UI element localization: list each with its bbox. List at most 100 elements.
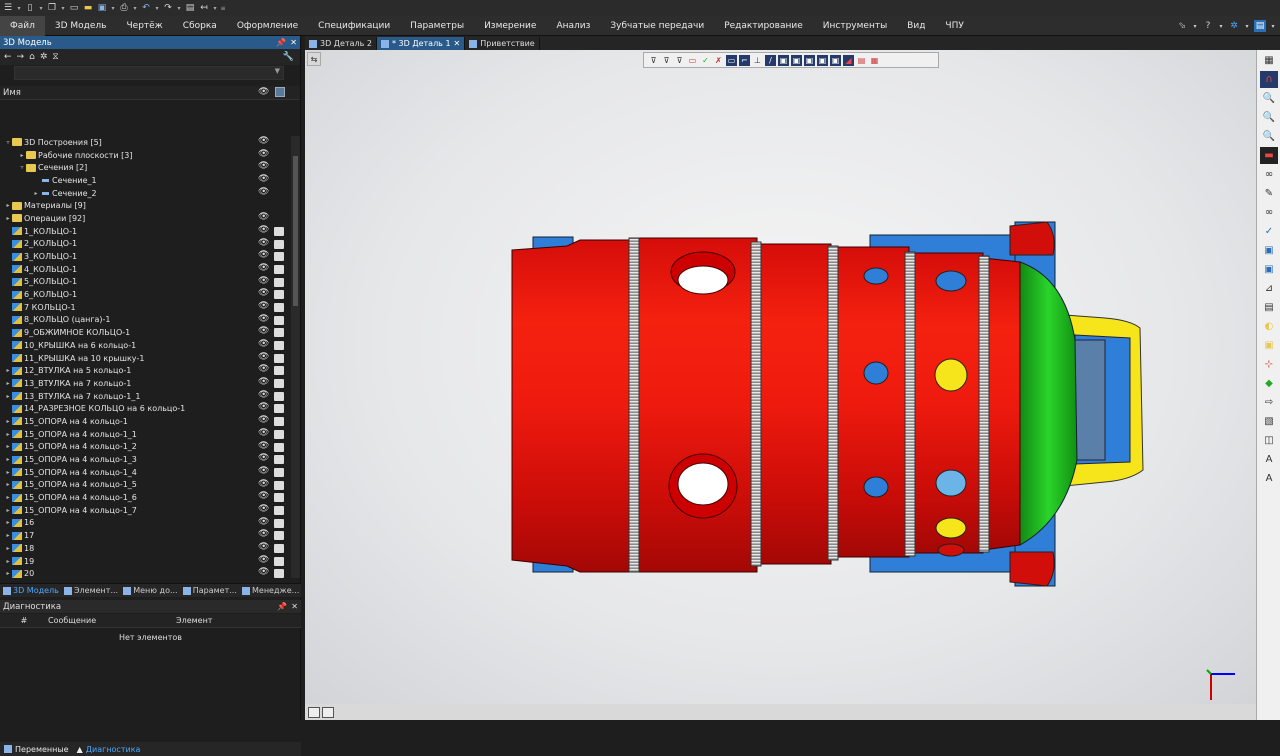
expand-arrow-icon[interactable]: ▸ <box>4 202 12 209</box>
3d-model-render[interactable] <box>305 50 1256 704</box>
layout-icon[interactable]: ▤ <box>1254 20 1266 32</box>
undo-icon[interactable]: ↶ <box>140 3 152 14</box>
cube-icon[interactable] <box>274 442 284 452</box>
expand-arrow-icon[interactable]: ▸ <box>18 152 26 159</box>
tab-parameters[interactable]: Парамет... <box>180 586 239 595</box>
tree-row[interactable]: ▸ 13_ВТУЛКА на 7 кольцо-1_1 👁 <box>0 390 290 403</box>
dropdown-icon[interactable]: ▾ <box>154 3 160 14</box>
pin-icon[interactable]: ⬂ <box>1176 20 1188 32</box>
eye-icon[interactable]: 👁 <box>258 517 269 527</box>
tree-row[interactable]: 2_КОЛЬЦО-1 👁 <box>0 238 290 251</box>
col-hash[interactable]: # <box>0 616 48 625</box>
eye-icon[interactable]: 👁 <box>258 149 269 159</box>
menu-specifications[interactable]: Спецификации <box>308 16 400 36</box>
tab-menu[interactable]: Меню до... <box>120 586 180 595</box>
cube-icon[interactable] <box>274 328 284 338</box>
menu-drawing[interactable]: Чертёж <box>116 16 172 36</box>
cube-icon[interactable] <box>275 87 285 97</box>
eye-icon[interactable]: 👁 <box>258 174 269 184</box>
cube-icon[interactable] <box>274 569 284 578</box>
pin-icon[interactable]: 📌 <box>276 38 286 47</box>
menu-editing[interactable]: Редактирование <box>714 16 813 36</box>
cube-check-icon[interactable]: ▣ <box>1260 242 1278 259</box>
expand-arrow-icon[interactable]: ▸ <box>4 570 12 577</box>
glasses-icon[interactable]: ∞ <box>1260 166 1278 183</box>
zoom-out-icon[interactable]: 🔍 <box>1260 128 1278 145</box>
customize-icon[interactable]: ≡ <box>220 3 226 14</box>
menu-file[interactable]: Файл <box>0 15 45 36</box>
eye-icon[interactable]: 👁 <box>258 314 269 324</box>
tree-row[interactable]: 3_КОЛЬЦО-1 👁 <box>0 250 290 263</box>
split-view-icon[interactable] <box>308 706 320 718</box>
expand-arrow-icon[interactable]: ▸ <box>4 545 12 552</box>
tree-row[interactable]: ▸ 15_ОПОРА на 4 кольцо-1_7 👁 <box>0 504 290 517</box>
menu-assembly[interactable]: Сборка <box>173 16 227 36</box>
eye-icon[interactable]: 👁 <box>258 352 269 362</box>
tree-row[interactable]: ▸ 15_ОПОРА на 4 кольцо-1_6 👁 <box>0 491 290 504</box>
close-icon[interactable]: ✕ <box>290 38 297 47</box>
expand-arrow-icon[interactable]: ▸ <box>4 481 12 488</box>
tab-3d-model[interactable]: 3D Модель <box>0 586 61 595</box>
eye-icon[interactable]: 👁 <box>258 225 269 235</box>
cube-icon[interactable] <box>274 531 284 541</box>
tree-row[interactable]: ▿ 3D Построения [5] 👁 <box>0 136 290 149</box>
dropdown-icon[interactable]: ▾ <box>38 3 44 14</box>
tree-row[interactable]: ▸ 17 👁 <box>0 529 290 542</box>
cube-blue-icon[interactable]: ▣ <box>1260 261 1278 278</box>
dropdown-icon[interactable]: ▾ <box>132 3 138 14</box>
cube-icon[interactable] <box>274 556 284 566</box>
plane-icon[interactable]: ⊿ <box>1260 280 1278 297</box>
forward-icon[interactable]: → <box>17 52 25 62</box>
expand-arrow-icon[interactable]: ▿ <box>18 164 26 171</box>
3d-viewport[interactable]: ⇆ ⊽ ⊽ ⊽ ▭ ✓ ✗ ▭ ⌐ ⊥ / ▣ ▣ ▣ ▣ ▣ ◢ ▤ ▦ <box>305 50 1256 704</box>
expand-arrow-icon[interactable]: ▿ <box>4 139 12 146</box>
menu-tools[interactable]: Инструменты <box>813 16 897 36</box>
eye-icon[interactable]: 👁 <box>258 288 269 298</box>
home-icon[interactable]: ⌂ <box>29 52 35 62</box>
zoom-area-icon[interactable]: 🔍 <box>1260 109 1278 126</box>
cube-icon[interactable] <box>274 290 284 300</box>
dropdown-icon[interactable]: ▾ <box>176 3 182 14</box>
menu-parameters[interactable]: Параметры <box>400 16 474 36</box>
tab-variables[interactable]: Переменные <box>4 745 69 754</box>
eye-icon[interactable]: 👁 <box>258 542 269 552</box>
eye-icon[interactable]: 👁 <box>258 136 269 146</box>
menu-annotation[interactable]: Оформление <box>227 16 308 36</box>
tab-detail-2[interactable]: 3D Деталь 2 <box>305 37 377 50</box>
eye-icon[interactable]: 👁 <box>258 390 269 400</box>
cube-icon[interactable] <box>274 315 284 325</box>
dropdown-icon[interactable]: ▾ <box>1192 20 1198 32</box>
tree-row[interactable]: 9_ОБЖИМНОЕ КОЛЬЦО-1 👁 <box>0 326 290 339</box>
eye-icon[interactable]: 👁 <box>258 364 269 374</box>
tree-row[interactable]: ▸ 15_ОПОРА на 4 кольцо-1_4 👁 <box>0 466 290 479</box>
tree-row[interactable]: 11_КРЫШКА на 10 крышку-1 👁 <box>0 352 290 365</box>
expand-arrow-icon[interactable]: ▸ <box>4 469 12 476</box>
eye-icon[interactable]: 👁 <box>258 161 269 171</box>
tree-row[interactable]: ▸ 15_ОПОРА на 4 кольцо-1 👁 <box>0 415 290 428</box>
cube-icon[interactable] <box>274 341 284 350</box>
menu-cnc[interactable]: ЧПУ <box>935 16 973 36</box>
tree-row[interactable]: ▸ Операции [92] 👁 <box>0 212 290 225</box>
cube-icon[interactable] <box>274 467 284 477</box>
pin-icon[interactable]: 📌 <box>277 602 287 611</box>
check-blue-icon[interactable]: ✓ <box>1260 223 1278 240</box>
cube-icon[interactable] <box>274 518 284 528</box>
cube-icon[interactable] <box>274 353 284 363</box>
eye-icon[interactable]: 👁 <box>258 491 269 501</box>
dropdown-icon[interactable]: ▾ <box>60 3 66 14</box>
expand-arrow-icon[interactable]: ▸ <box>32 190 40 197</box>
col-message[interactable]: Сообщение <box>48 616 176 625</box>
text-icon[interactable]: A <box>1260 451 1278 468</box>
cube-icon[interactable] <box>274 252 284 262</box>
tree-row[interactable]: ▸ 13_ВТУЛКА на 7 кольцо-1 👁 <box>0 377 290 390</box>
cube-icon[interactable] <box>274 302 284 312</box>
eye-icon[interactable]: 👁 <box>258 276 269 286</box>
cube-icon[interactable] <box>274 277 284 287</box>
help-icon[interactable]: ? <box>1202 20 1214 32</box>
tree-row[interactable]: 7 КОЛЬЦО-1 👁 <box>0 301 290 314</box>
tree-row[interactable]: ▸ 15_ОПОРА на 4 кольцо-1_5 👁 <box>0 479 290 492</box>
eye-icon[interactable]: 👁 <box>258 479 269 489</box>
cube-icon[interactable] <box>274 505 284 515</box>
tree-row[interactable]: ▸ 18 👁 <box>0 542 290 555</box>
tree-row[interactable]: ▸ 15_ОПОРА на 4 кольцо-1_3 👁 <box>0 453 290 466</box>
